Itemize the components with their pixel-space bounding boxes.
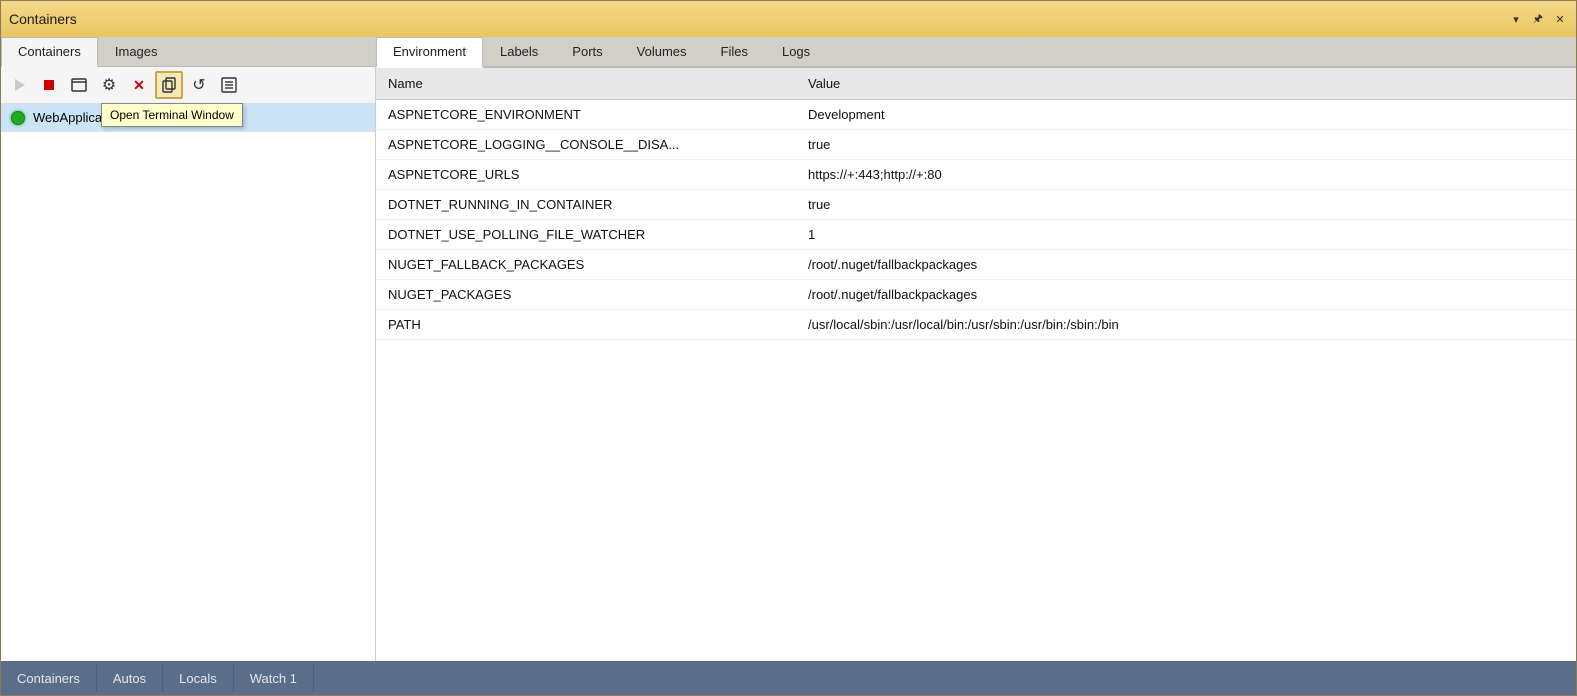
- table-row[interactable]: DOTNET_USE_POLLING_FILE_WATCHER1: [376, 220, 1576, 250]
- status-dot-running: [11, 111, 25, 125]
- tab-containers[interactable]: Containers: [1, 37, 98, 67]
- refresh-button[interactable]: ↺: [185, 71, 213, 99]
- main-window: Containers ▾ 🖈 ✕ Containers Images: [0, 0, 1577, 696]
- copy-button[interactable]: [155, 71, 183, 99]
- tab-files[interactable]: Files: [704, 37, 765, 66]
- env-name-cell: ASPNETCORE_LOGGING__CONSOLE__DISA...: [376, 130, 796, 160]
- env-value-cell: true: [796, 190, 1576, 220]
- env-value-cell: https://+:443;http://+:80: [796, 160, 1576, 190]
- left-tabs: Containers Images: [1, 37, 375, 67]
- toolbar: ⚙ ✕ ↺: [1, 67, 375, 104]
- env-value-cell: Development: [796, 100, 1576, 130]
- settings-button[interactable]: ⚙: [95, 71, 123, 99]
- table-row[interactable]: DOTNET_RUNNING_IN_CONTAINERtrue: [376, 190, 1576, 220]
- dropdown-btn[interactable]: ▾: [1508, 11, 1524, 27]
- env-value-cell: /usr/local/sbin:/usr/local/bin:/usr/sbin…: [796, 310, 1576, 340]
- tab-ports[interactable]: Ports: [555, 37, 619, 66]
- title-bar-left: Containers: [9, 11, 77, 27]
- prune-button[interactable]: [215, 71, 243, 99]
- bottom-tab-locals[interactable]: Locals: [163, 665, 234, 692]
- table-row[interactable]: NUGET_PACKAGES/root/.nuget/fallbackpacka…: [376, 280, 1576, 310]
- container-list: WebApplication-Docker: [1, 104, 375, 661]
- bottom-tab-containers[interactable]: Containers: [1, 665, 97, 692]
- table-row[interactable]: ASPNETCORE_LOGGING__CONSOLE__DISA...true: [376, 130, 1576, 160]
- pin-btn[interactable]: 🖈: [1530, 11, 1546, 27]
- toolbar-tooltip: Open Terminal Window: [101, 103, 243, 127]
- main-area: Containers Images: [1, 37, 1576, 661]
- env-value-cell: /root/.nuget/fallbackpackages: [796, 280, 1576, 310]
- env-name-cell: NUGET_PACKAGES: [376, 280, 796, 310]
- env-name-cell: DOTNET_USE_POLLING_FILE_WATCHER: [376, 220, 796, 250]
- bottom-tab-autos[interactable]: Autos: [97, 665, 163, 692]
- tab-volumes[interactable]: Volumes: [620, 37, 704, 66]
- env-value-cell: 1: [796, 220, 1576, 250]
- table-row[interactable]: NUGET_FALLBACK_PACKAGES/root/.nuget/fall…: [376, 250, 1576, 280]
- close-btn[interactable]: ✕: [1552, 11, 1568, 27]
- env-value-cell: true: [796, 130, 1576, 160]
- env-name-cell: ASPNETCORE_ENVIRONMENT: [376, 100, 796, 130]
- left-panel: Containers Images: [1, 37, 376, 661]
- content-area: Containers Images: [1, 37, 1576, 661]
- env-name-cell: ASPNETCORE_URLS: [376, 160, 796, 190]
- right-panel: Environment Labels Ports Volumes Files L…: [376, 37, 1576, 661]
- table-row[interactable]: ASPNETCORE_URLShttps://+:443;http://+:80: [376, 160, 1576, 190]
- title-bar-controls: ▾ 🖈 ✕: [1508, 11, 1568, 27]
- bottom-bar: Containers Autos Locals Watch 1: [1, 661, 1576, 695]
- right-tabs: Environment Labels Ports Volumes Files L…: [376, 37, 1576, 68]
- table-row[interactable]: ASPNETCORE_ENVIRONMENTDevelopment: [376, 100, 1576, 130]
- remove-button[interactable]: ✕: [125, 71, 153, 99]
- tab-images[interactable]: Images: [98, 37, 175, 66]
- window-title: Containers: [9, 11, 77, 27]
- terminal-button[interactable]: [65, 71, 93, 99]
- table-row[interactable]: PATH/usr/local/sbin:/usr/local/bin:/usr/…: [376, 310, 1576, 340]
- env-name-cell: DOTNET_RUNNING_IN_CONTAINER: [376, 190, 796, 220]
- col-header-name: Name: [376, 68, 796, 100]
- environment-table: Name Value ASPNETCORE_ENVIRONMENTDevelop…: [376, 68, 1576, 661]
- env-name-cell: NUGET_FALLBACK_PACKAGES: [376, 250, 796, 280]
- col-header-value: Value: [796, 68, 1576, 100]
- title-bar: Containers ▾ 🖈 ✕: [1, 1, 1576, 37]
- env-value-cell: /root/.nuget/fallbackpackages: [796, 250, 1576, 280]
- tab-environment[interactable]: Environment: [376, 37, 483, 68]
- tab-labels[interactable]: Labels: [483, 37, 555, 66]
- env-name-cell: PATH: [376, 310, 796, 340]
- bottom-tab-watch1[interactable]: Watch 1: [234, 665, 314, 692]
- stop-button[interactable]: [35, 71, 63, 99]
- start-button[interactable]: [5, 71, 33, 99]
- tab-logs[interactable]: Logs: [765, 37, 827, 66]
